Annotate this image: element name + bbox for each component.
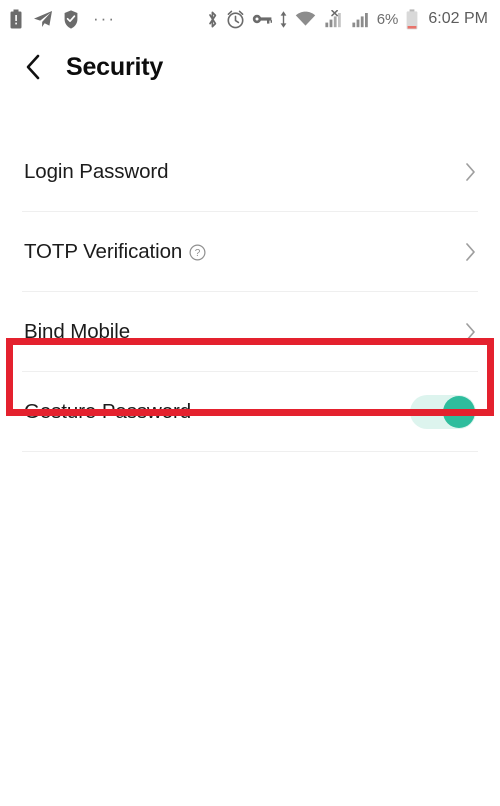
list-row-totp-verification[interactable]: TOTP Verification ? <box>0 212 500 291</box>
list-row-bind-mobile[interactable]: Bind Mobile <box>0 292 500 371</box>
vpn-key-icon <box>252 12 272 26</box>
signal-no-sim-icon <box>323 9 343 29</box>
list-row-accessory <box>410 394 476 429</box>
page-header: Security <box>0 38 500 96</box>
list-row-accessory <box>465 162 476 182</box>
row-divider <box>22 451 478 452</box>
svg-text:?: ? <box>195 248 201 259</box>
chevron-right-icon <box>465 242 476 262</box>
chevron-right-icon <box>465 322 476 342</box>
shield-check-icon <box>64 9 78 29</box>
battery-percent-label: 6% <box>376 10 399 28</box>
bluetooth-icon <box>206 10 219 29</box>
list-row-accessory <box>465 322 476 342</box>
back-chevron-icon <box>26 54 40 80</box>
telegram-icon <box>33 10 53 28</box>
battery-alert-icon <box>10 9 22 29</box>
list-row-label: Bind Mobile <box>24 319 131 343</box>
status-bar: ··· 6% 6:02 PM <box>0 0 500 38</box>
status-bar-left-group: ··· <box>10 9 120 29</box>
help-circle-icon[interactable]: ? <box>189 244 206 261</box>
security-settings-list: Login Password TOTP Verification ? Bind … <box>0 132 500 452</box>
list-row-label: Login Password <box>24 159 169 183</box>
chevron-right-icon <box>465 162 476 182</box>
signal-bars-icon <box>350 10 370 29</box>
gesture-password-toggle[interactable] <box>410 394 476 429</box>
list-row-label: TOTP Verification <box>24 239 183 263</box>
battery-low-icon <box>406 8 418 30</box>
status-overflow-icon: ··· <box>93 9 116 28</box>
data-transfer-icon <box>279 10 288 29</box>
alarm-clock-icon <box>226 10 245 29</box>
list-row-accessory <box>465 242 476 262</box>
status-clock: 6:02 PM <box>428 10 488 27</box>
back-button[interactable] <box>24 52 50 82</box>
list-row-gesture-password[interactable]: Gesture Password <box>0 372 500 451</box>
list-row-login-password[interactable]: Login Password <box>0 132 500 211</box>
wifi-icon <box>295 11 316 27</box>
toggle-thumb <box>443 395 475 428</box>
page-title: Security <box>66 52 164 81</box>
list-row-label: Gesture Password <box>24 399 192 423</box>
status-bar-right-group: 6% 6:02 PM <box>206 8 488 30</box>
